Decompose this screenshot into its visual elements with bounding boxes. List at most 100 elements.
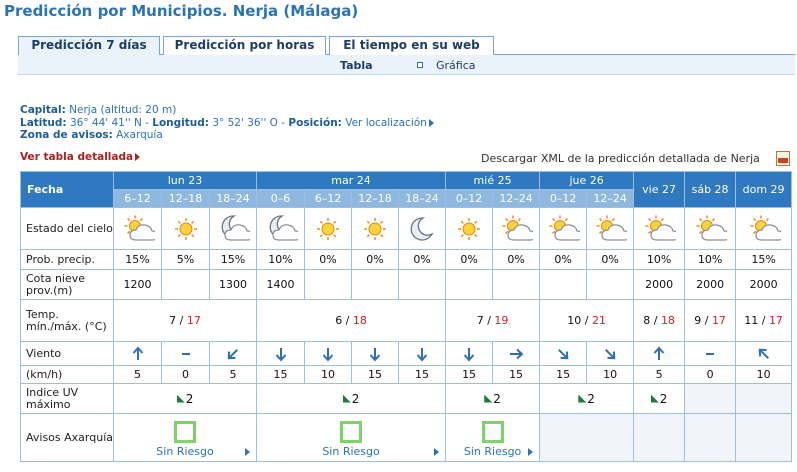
sun-icon (447, 213, 492, 245)
sun-cloud-icon (737, 213, 791, 245)
header-period: 18–24 (208, 189, 258, 208)
temp-cell: 11 / 17 (735, 299, 793, 342)
wind-speed-cell: 10 (304, 365, 353, 384)
uv-cell: 2 (539, 383, 635, 414)
cota-value: 2000 (696, 278, 725, 291)
arrow-s-icon (400, 346, 445, 362)
ver-tabla-detallada-label: Ver tabla detallada (20, 151, 134, 163)
subtab-grafica[interactable]: Gráfica (436, 59, 476, 72)
cota-value: 2000 (749, 278, 778, 291)
latitud-label: Latitud: (20, 117, 67, 129)
prob-cell: 0% (398, 249, 447, 270)
prob-value: 10% (646, 253, 672, 266)
temp-sep: / (581, 314, 592, 327)
wind-speed-value: 0 (182, 368, 189, 381)
zona-label: Zona de avisos: (20, 129, 113, 141)
sin-riesgo-link[interactable]: Sin Riesgo (447, 445, 539, 458)
uv-cell: 2 (112, 383, 258, 414)
separator-square-icon (417, 62, 423, 68)
header-period: 12–18 (351, 189, 400, 208)
prob-cell: 10% (633, 249, 686, 270)
aviso-cell[interactable]: Sin Riesgo (445, 413, 541, 462)
latitud-value: 36° 44' 41'' N (69, 117, 142, 129)
wind-speed-cell: 15 (445, 365, 494, 384)
wind-cell (445, 341, 494, 366)
header-period: 0–12 (445, 189, 494, 208)
wind-cell (398, 341, 447, 366)
temp-sep: / (758, 314, 769, 327)
info-coordinates: Latitud: 36° 44' 41'' N - Longitud: 3° 5… (20, 117, 434, 129)
sin-riesgo-label: Sin Riesgo (156, 445, 214, 458)
sky-cell (304, 207, 353, 250)
temp-sep: / (176, 314, 187, 327)
wind-speed-value: 5 (229, 368, 237, 381)
arrow-sw-icon (211, 346, 256, 362)
aviso-cell[interactable]: Sin Riesgo (256, 413, 447, 462)
prob-value: 0% (413, 253, 431, 266)
cota-value: 1200 (123, 278, 152, 291)
arrow-nw-icon (737, 346, 791, 362)
wind-cell (208, 341, 258, 366)
cota-cell (445, 269, 494, 300)
wind-speed-value: 5 (134, 368, 141, 381)
descargar-xml-link[interactable]: Descargar XML de la predicción detallada… (481, 152, 760, 165)
cota-cell (492, 269, 541, 300)
wind-cell (492, 341, 541, 366)
aviso-level-icon (481, 421, 504, 443)
label-indice-uv: Indice UV máximo (20, 383, 114, 414)
ver-localizacion-link[interactable]: Ver localización (345, 117, 434, 129)
uv-badge: 2 (342, 392, 359, 406)
sin-riesgo-link[interactable]: Sin Riesgo (115, 445, 256, 458)
sky-cell (256, 207, 306, 250)
sky-cell (684, 207, 737, 250)
tab-prediccion-7-dias[interactable]: Predicción 7 días (18, 36, 160, 56)
info-zona: Zona de avisos: Axarquía (20, 129, 163, 141)
prob-cell: 0% (445, 249, 494, 270)
sky-cell (492, 207, 541, 250)
tab-prediccion-por-horas[interactable]: Predicción por horas (163, 36, 326, 55)
aviso-cell[interactable]: Sin Riesgo (112, 413, 258, 462)
label-cota-nieve: Cota nieve prov.(m) (20, 269, 114, 300)
chevron-right-icon (528, 448, 534, 456)
uv-flag-icon (176, 394, 185, 403)
header-period: 0–12 (539, 189, 588, 208)
uv-empty-cell (684, 383, 737, 414)
wind-speed-value: 10 (756, 368, 771, 381)
sky-cell (735, 207, 793, 250)
wind-speed-cell: 15 (256, 365, 306, 384)
forecast-table: Fecha lun 23 mar 24 mié 25 jue 26 vie 27… (20, 171, 793, 462)
cota-cell (586, 269, 635, 300)
cota-value: 1400 (266, 278, 295, 291)
sun-cloud-icon (588, 213, 633, 245)
sin-riesgo-link[interactable]: Sin Riesgo (258, 445, 445, 458)
arrow-se-icon (588, 346, 633, 362)
wind-cell (161, 341, 210, 366)
tab-tiempo-en-su-web[interactable]: El tiempo en su web (329, 36, 494, 55)
sky-cell (398, 207, 447, 250)
page-title: Predicción por Municipios. Nerja (Málaga… (4, 2, 359, 20)
sun-icon (353, 213, 398, 245)
temp-max: 19 (494, 314, 509, 327)
ver-tabla-detallada-link[interactable]: Ver tabla detallada (20, 151, 141, 163)
wind-speed-cell: 5 (113, 365, 162, 384)
prob-value: 0% (507, 253, 525, 266)
prob-value: 10% (268, 253, 293, 266)
uv-empty-cell (735, 383, 793, 414)
sky-cell (351, 207, 400, 250)
header-fecha: Fecha (20, 171, 114, 208)
temp-max: 17 (711, 314, 726, 327)
uv-cell: 2 (256, 383, 447, 414)
uv-value: 2 (493, 391, 501, 406)
temp-cell: 7 / 19 (445, 299, 541, 342)
uv-badge: 2 (484, 392, 501, 406)
temp-max: 17 (768, 314, 783, 327)
cota-cell: 1200 (113, 269, 162, 300)
subtab-tabla[interactable]: Tabla (340, 59, 373, 72)
header-day: dom 29 (735, 171, 793, 208)
uv-value: 2 (587, 391, 595, 406)
uv-cell: 2 (445, 383, 541, 414)
aviso-empty-cell (735, 413, 793, 462)
temp-cell: 7 / 17 (112, 299, 258, 342)
xml-file-icon[interactable] (776, 151, 790, 166)
chevron-right-icon (245, 448, 251, 456)
